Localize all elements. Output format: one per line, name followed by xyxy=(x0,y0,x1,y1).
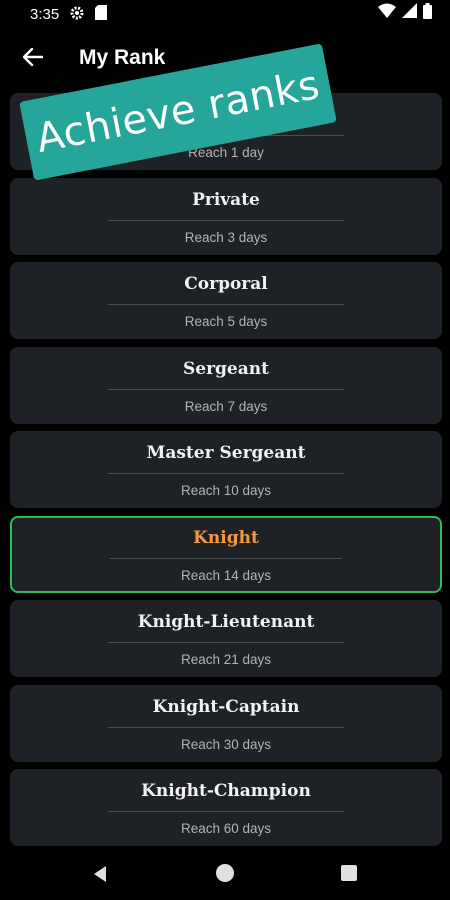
rank-name: Sergeant xyxy=(183,358,269,379)
divider xyxy=(108,811,344,812)
rank-requirement: Reach 14 days xyxy=(180,567,272,583)
page-title: My Rank xyxy=(79,46,166,69)
rank-name: Knight-Lieutenant xyxy=(137,612,315,632)
nav-recents-square-icon[interactable] xyxy=(341,865,357,881)
rank-requirement: Reach 10 days xyxy=(180,483,272,498)
rank-name: Master Sergeant xyxy=(146,443,306,463)
rank-list: Reach 1 day Private Reach 3 days Corpora… xyxy=(10,93,442,854)
status-icons xyxy=(378,2,432,24)
rank-requirement: Reach 30 days xyxy=(180,736,272,752)
nav-home-circle-icon[interactable] xyxy=(216,864,234,882)
rank-card[interactable]: Knight-Champion Reach 60 days xyxy=(10,769,442,846)
divider xyxy=(108,642,344,643)
rank-card[interactable]: Sergeant Reach 7 days xyxy=(10,346,442,424)
nav-back-triangle-icon[interactable] xyxy=(90,864,110,884)
divider xyxy=(108,219,344,221)
status-bar: 3:35 xyxy=(0,0,450,28)
rank-card[interactable]: Corporal Reach 5 days xyxy=(10,262,442,339)
battery-icon xyxy=(423,2,432,24)
rank-requirement: Reach 21 days xyxy=(180,652,272,667)
status-time: 3:35 xyxy=(30,6,60,23)
divider xyxy=(110,557,342,559)
rank-card-current[interactable]: Knight Reach 14 days xyxy=(10,515,442,593)
rank-card[interactable]: Master Sergeant Reach 10 days xyxy=(10,431,442,508)
rank-name: Knight-Champion xyxy=(141,781,311,801)
rank-requirement: Reach 7 days xyxy=(184,398,268,414)
divider xyxy=(108,726,344,728)
rank-name: Knight xyxy=(193,527,259,548)
divider xyxy=(108,304,344,305)
rank-requirement: Reach 60 days xyxy=(180,821,272,836)
rank-name: Corporal xyxy=(184,274,268,294)
system-nav-bar xyxy=(0,848,450,900)
sd-card-icon xyxy=(95,5,107,20)
settings-gear-icon xyxy=(70,6,84,20)
rank-card[interactable]: Knight-Captain Reach 30 days xyxy=(10,684,442,762)
rank-card[interactable]: Private Reach 3 days xyxy=(10,177,442,255)
rank-name: Private xyxy=(192,189,260,210)
wifi-icon xyxy=(378,3,396,23)
rank-name: Knight-Captain xyxy=(152,696,300,717)
divider xyxy=(108,473,344,474)
rank-card[interactable]: Knight-Lieutenant Reach 21 days xyxy=(10,600,442,677)
rank-requirement: Reach 3 days xyxy=(184,229,268,245)
signal-icon xyxy=(402,3,417,23)
rank-requirement: Reach 5 days xyxy=(184,314,268,329)
back-arrow-icon[interactable] xyxy=(18,42,48,72)
divider xyxy=(108,388,344,390)
